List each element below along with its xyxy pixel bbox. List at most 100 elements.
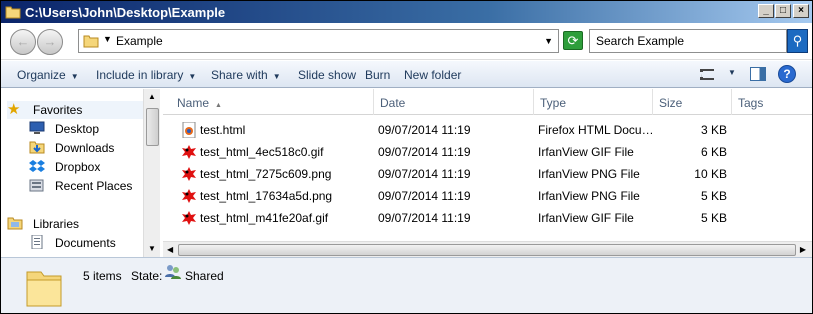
file-name: test_html_4ec518c0.gif (200, 145, 324, 159)
downloads-icon (29, 141, 45, 154)
file-date: 09/07/2014 11:19 (378, 189, 471, 203)
column-header-row: Name ▲ Date Type Size Tags (163, 89, 812, 115)
include-in-library-button[interactable]: Include in library ▼ (96, 68, 196, 82)
scrollbar-thumb[interactable] (178, 244, 796, 256)
address-dropdown-icon[interactable]: ▼ (544, 36, 553, 46)
help-button[interactable]: ? (778, 65, 796, 83)
address-bar[interactable]: ▼ Example ▼ (78, 29, 559, 53)
view-dropdown-icon[interactable]: ▼ (728, 68, 736, 77)
file-size: 10 KB (694, 167, 727, 181)
file-row[interactable]: test_html_4ec518c0.gif 09/07/2014 11:19 … (163, 141, 812, 163)
file-date: 09/07/2014 11:19 (378, 211, 471, 225)
refresh-button[interactable]: ⟳ (563, 31, 583, 50)
organize-label: Organize (17, 68, 66, 82)
documents-icon (31, 235, 43, 249)
state-label: State: (131, 269, 163, 283)
window-title: C:\Users\John\Desktop\Example (25, 5, 226, 20)
maximize-button[interactable]: □ (775, 4, 791, 18)
shared-users-icon (165, 265, 181, 279)
chevron-down-icon: ▼ (70, 72, 79, 81)
column-header-date[interactable]: Date (374, 89, 534, 115)
file-type: IrfanView PNG File (538, 167, 640, 181)
refresh-icon: ⟳ (567, 33, 579, 48)
file-size: 6 KB (700, 145, 727, 159)
minimize-button[interactable]: _ (758, 4, 774, 18)
item-count: 5 items (83, 269, 122, 283)
file-name: test_html_7275c609.png (200, 167, 332, 181)
column-header-size[interactable]: Size (653, 89, 732, 115)
irfanview-icon (182, 167, 196, 181)
nav-scrollbar[interactable]: ▲ ▼ (143, 89, 160, 257)
chevron-down-icon: ▼ (188, 72, 197, 81)
scroll-right-icon[interactable]: ▶ (800, 245, 806, 254)
address-row: ← → ▼ Example ▼ ⟳ ⚲ (1, 23, 812, 60)
nav-label: Downloads (55, 141, 115, 155)
file-date: 09/07/2014 11:19 (378, 145, 471, 159)
file-date: 09/07/2014 11:19 (378, 123, 471, 137)
file-size: 3 KB (700, 123, 727, 137)
navigation-pane: ★ Favorites Desktop Downloads Dropbox Re… (1, 89, 160, 257)
recent-places-icon (29, 179, 44, 192)
scroll-down-icon[interactable]: ▼ (146, 244, 158, 253)
scrollbar-thumb[interactable] (146, 108, 159, 146)
share-with-label: Share with (211, 68, 268, 82)
folder-icon (5, 6, 21, 19)
breadcrumb-path[interactable]: Example (116, 34, 163, 48)
dropbox-icon (29, 160, 45, 172)
nav-label: Documents (55, 236, 116, 250)
command-bar: Organize ▼ Include in library ▼ Share with… (1, 61, 812, 88)
desktop-icon (29, 121, 45, 134)
search-input[interactable] (590, 30, 780, 52)
scroll-left-icon[interactable]: ◀ (167, 245, 173, 254)
irfanview-icon (182, 145, 196, 159)
search-button[interactable]: ⚲ (787, 29, 808, 53)
details-pane: 5 items State: Shared (1, 257, 812, 313)
chevron-down-icon: ▼ (272, 72, 281, 81)
breadcrumb-arrow-icon[interactable]: ▼ (103, 34, 112, 44)
nav-label: Libraries (33, 217, 80, 231)
sort-ascending-icon: ▲ (215, 102, 222, 109)
close-button[interactable]: × (793, 4, 809, 18)
nav-item-favorites[interactable]: ★ Favorites (7, 101, 143, 119)
file-size: 5 KB (700, 189, 727, 203)
folder-icon (26, 271, 62, 307)
new-folder-button[interactable]: New folder (404, 68, 461, 82)
forward-button[interactable]: → (37, 29, 63, 55)
scroll-up-icon[interactable]: ▲ (146, 92, 158, 101)
horizontal-scrollbar[interactable]: ◀ ▶ (163, 241, 812, 257)
star-icon: ★ (7, 101, 21, 118)
column-header-tags[interactable]: Tags (732, 89, 812, 115)
folder-icon (83, 35, 99, 48)
column-header-name[interactable]: Name ▲ (163, 89, 374, 115)
file-type: IrfanView GIF File (538, 145, 634, 159)
back-button[interactable]: ← (10, 29, 36, 55)
title-bar[interactable]: C:\Users\John\Desktop\Example _ □ × (1, 1, 812, 23)
file-row[interactable]: test_html_m41fe20af.gif 09/07/2014 11:19… (163, 207, 812, 229)
column-header-type[interactable]: Type (534, 89, 653, 115)
file-row[interactable]: test.html 09/07/2014 11:19 Firefox HTML … (163, 119, 812, 141)
nav-label: Favorites (33, 103, 83, 117)
forward-arrow-icon: → (43, 34, 57, 49)
file-row[interactable]: test_html_7275c609.png 09/07/2014 11:19 … (163, 163, 812, 185)
view-options-icon[interactable] (700, 69, 714, 80)
file-name: test.html (200, 123, 246, 137)
preview-pane-icon[interactable] (750, 67, 766, 81)
back-arrow-icon: ← (16, 34, 30, 49)
state-value: Shared (185, 269, 224, 283)
include-in-library-label: Include in library (96, 68, 184, 82)
firefox-html-icon (182, 122, 196, 138)
file-type: IrfanView PNG File (538, 189, 640, 203)
file-size: 5 KB (700, 211, 727, 225)
slide-show-button[interactable]: Slide show (298, 68, 356, 82)
search-box[interactable] (589, 29, 787, 53)
irfanview-icon (182, 211, 196, 225)
file-name: test_html_m41fe20af.gif (200, 211, 329, 225)
organize-button[interactable]: Organize ▼ (17, 68, 79, 82)
share-with-button[interactable]: Share with ▼ (211, 68, 281, 82)
column-label: Name (177, 96, 210, 110)
explorer-window: C:\Users\John\Desktop\Example _ □ × ← → … (0, 0, 813, 314)
burn-button[interactable]: Burn (365, 68, 390, 82)
libraries-icon (7, 217, 23, 230)
file-row[interactable]: test_html_17634a5d.png 09/07/2014 11:19 … (163, 185, 812, 207)
file-date: 09/07/2014 11:19 (378, 167, 471, 181)
